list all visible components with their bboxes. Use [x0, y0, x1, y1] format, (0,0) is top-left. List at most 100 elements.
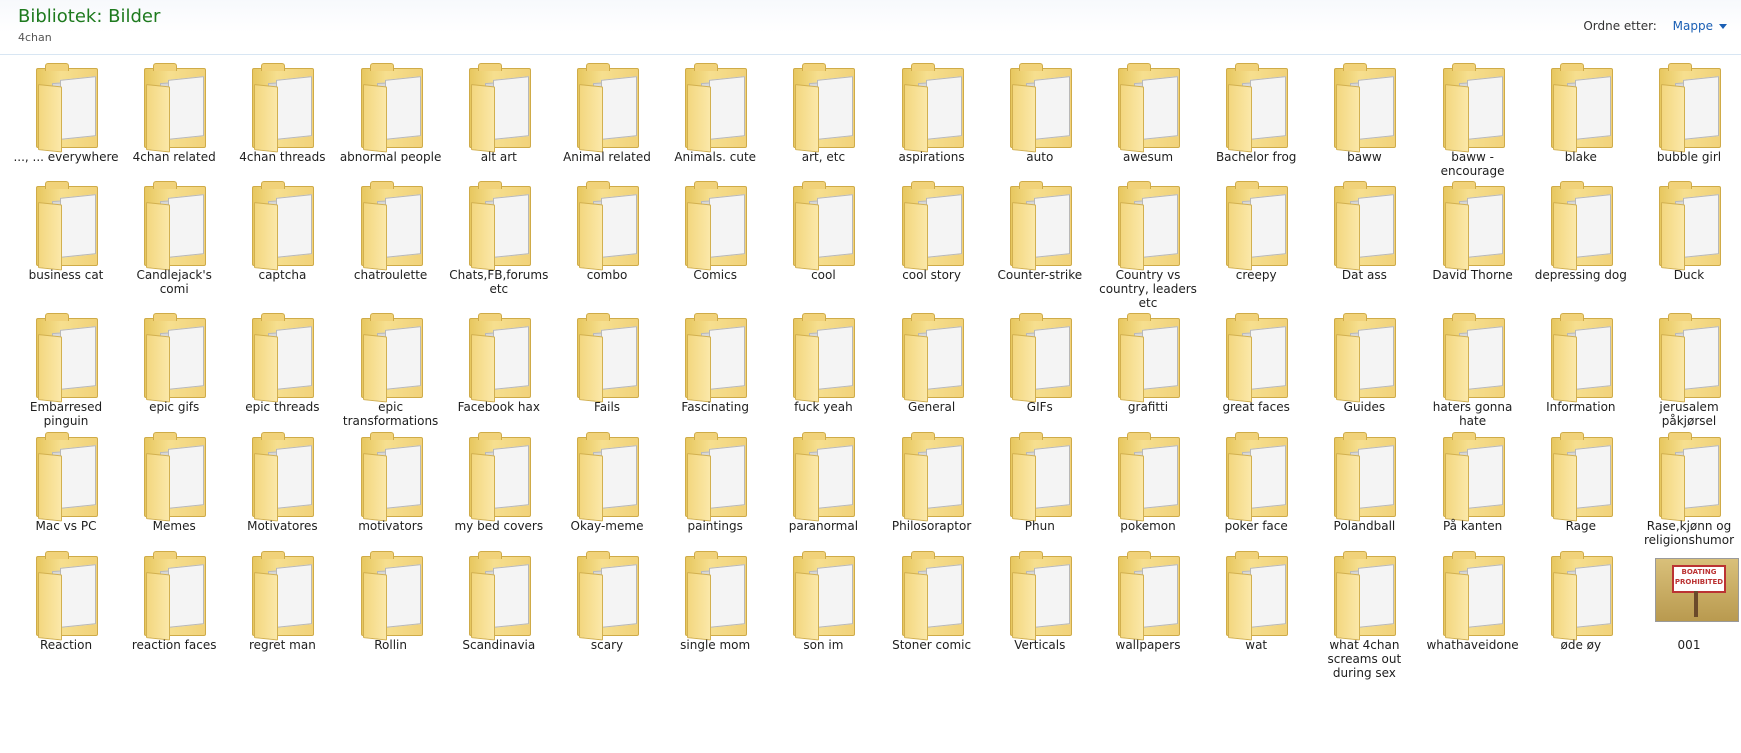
folder-icon[interactable] — [787, 312, 859, 403]
folder-icon[interactable] — [679, 431, 751, 522]
folder-icon[interactable] — [1545, 312, 1617, 403]
item-label[interactable]: Country vs country, leaders etc — [1094, 268, 1202, 310]
folder-icon[interactable] — [246, 312, 318, 403]
folder-icon[interactable] — [1112, 62, 1184, 153]
folder-item[interactable]: aspirations — [878, 58, 986, 188]
folder-item[interactable]: awesum — [1094, 58, 1202, 188]
folder-icon[interactable] — [138, 62, 210, 153]
item-label[interactable]: Mac vs PC — [12, 519, 120, 533]
folder-icon[interactable] — [1437, 180, 1509, 271]
folder-icon[interactable] — [1004, 312, 1076, 403]
item-label[interactable]: poker face — [1202, 519, 1310, 533]
folder-item[interactable]: epic transformations — [337, 308, 445, 438]
item-label[interactable]: chatroulette — [337, 268, 445, 282]
folder-icon[interactable] — [1112, 550, 1184, 641]
folder-icon[interactable] — [1220, 550, 1292, 641]
item-label[interactable]: grafitti — [1094, 400, 1202, 414]
folder-icon[interactable] — [138, 550, 210, 641]
item-label[interactable]: pokemon — [1094, 519, 1202, 533]
folder-icon[interactable] — [571, 180, 643, 271]
folder-icon[interactable] — [679, 62, 751, 153]
folder-item[interactable]: alt art — [445, 58, 553, 188]
folder-item[interactable]: wat — [1202, 546, 1310, 676]
item-label[interactable]: aspirations — [878, 150, 986, 164]
folder-item[interactable]: baww - encourage — [1419, 58, 1527, 188]
folder-item[interactable]: cool story — [878, 176, 986, 306]
folder-icon[interactable] — [1220, 62, 1292, 153]
folder-icon[interactable] — [30, 180, 102, 271]
folder-icon[interactable] — [355, 550, 427, 641]
item-label[interactable]: ..., ... everywhere — [12, 150, 120, 164]
item-label[interactable]: GIFs — [986, 400, 1094, 414]
image-item[interactable]: BOATING PROHIBITED 001 — [1635, 546, 1741, 676]
item-label[interactable]: øde øy — [1527, 638, 1635, 652]
item-label[interactable]: paranormal — [769, 519, 877, 533]
folder-item[interactable]: bubble girl — [1635, 58, 1741, 188]
folder-item[interactable]: whathaveidone — [1419, 546, 1527, 676]
item-label[interactable]: Dat ass — [1310, 268, 1418, 282]
folder-item[interactable]: blake — [1527, 58, 1635, 188]
folder-icon[interactable] — [1437, 62, 1509, 153]
folder-item[interactable]: baww — [1310, 58, 1418, 188]
folder-icon[interactable] — [1328, 550, 1400, 641]
folder-icon[interactable] — [787, 550, 859, 641]
folder-item[interactable]: Candlejack's comi — [120, 176, 228, 306]
folder-item[interactable]: abnormal people — [337, 58, 445, 188]
item-label[interactable]: Counter-strike — [986, 268, 1094, 282]
folder-icon[interactable] — [1112, 312, 1184, 403]
folder-icon[interactable] — [787, 431, 859, 522]
folder-item[interactable]: Country vs country, leaders etc — [1094, 176, 1202, 310]
folder-icon[interactable] — [1545, 550, 1617, 641]
item-label[interactable]: baww — [1310, 150, 1418, 164]
folder-item[interactable]: reaction faces — [120, 546, 228, 676]
folder-icon[interactable] — [1653, 62, 1725, 153]
folder-icon[interactable] — [1545, 62, 1617, 153]
folder-item[interactable]: Information — [1527, 308, 1635, 438]
folder-item[interactable]: Bachelor frog — [1202, 58, 1310, 188]
folder-item[interactable]: single mom — [661, 546, 769, 676]
folder-item[interactable]: poker face — [1202, 427, 1310, 557]
folder-item[interactable]: Duck — [1635, 176, 1741, 306]
item-label[interactable]: 001 — [1635, 638, 1741, 652]
item-label[interactable]: what 4chan screams out during sex — [1310, 638, 1418, 680]
item-label[interactable]: Scandinavia — [445, 638, 553, 652]
folder-icon[interactable] — [1004, 180, 1076, 271]
item-label[interactable]: General — [878, 400, 986, 414]
folder-icon[interactable] — [463, 550, 535, 641]
folder-item[interactable]: depressing dog — [1527, 176, 1635, 306]
folder-item[interactable]: business cat — [12, 176, 120, 306]
folder-item[interactable]: epic threads — [228, 308, 336, 438]
folder-icon[interactable] — [1112, 180, 1184, 271]
item-label[interactable]: Chats,FB,forums etc — [445, 268, 553, 296]
item-label[interactable]: Animals. cute — [661, 150, 769, 164]
folder-item[interactable]: creepy — [1202, 176, 1310, 306]
item-label[interactable]: Fails — [553, 400, 661, 414]
folder-icon[interactable] — [787, 62, 859, 153]
folder-icon[interactable] — [355, 62, 427, 153]
folder-icon[interactable] — [30, 62, 102, 153]
folder-icon[interactable] — [896, 550, 968, 641]
folder-item[interactable]: Facebook hax — [445, 308, 553, 438]
folder-item[interactable]: Reaction — [12, 546, 120, 676]
folder-icon[interactable] — [1437, 312, 1509, 403]
folder-icon[interactable] — [1437, 431, 1509, 522]
item-label[interactable]: Rage — [1527, 519, 1635, 533]
item-label[interactable]: Embarresed pinguin — [12, 400, 120, 428]
folder-icon[interactable] — [787, 180, 859, 271]
item-label[interactable]: Duck — [1635, 268, 1741, 282]
item-label[interactable]: motivators — [337, 519, 445, 533]
item-label[interactable]: reaction faces — [120, 638, 228, 652]
folder-icon[interactable] — [246, 62, 318, 153]
folder-item[interactable]: pokemon — [1094, 427, 1202, 557]
item-label[interactable]: Animal related — [553, 150, 661, 164]
item-label[interactable]: haters gonna hate — [1419, 400, 1527, 428]
folder-item[interactable]: 4chan related — [120, 58, 228, 188]
item-label[interactable]: På kanten — [1419, 519, 1527, 533]
folder-icon[interactable] — [30, 550, 102, 641]
item-label[interactable]: cool story — [878, 268, 986, 282]
folder-item[interactable]: Fails — [553, 308, 661, 438]
folder-item[interactable]: Stoner comic — [878, 546, 986, 676]
item-label[interactable]: cool — [769, 268, 877, 282]
folder-item[interactable]: regret man — [228, 546, 336, 676]
folder-item[interactable]: epic gifs — [120, 308, 228, 438]
